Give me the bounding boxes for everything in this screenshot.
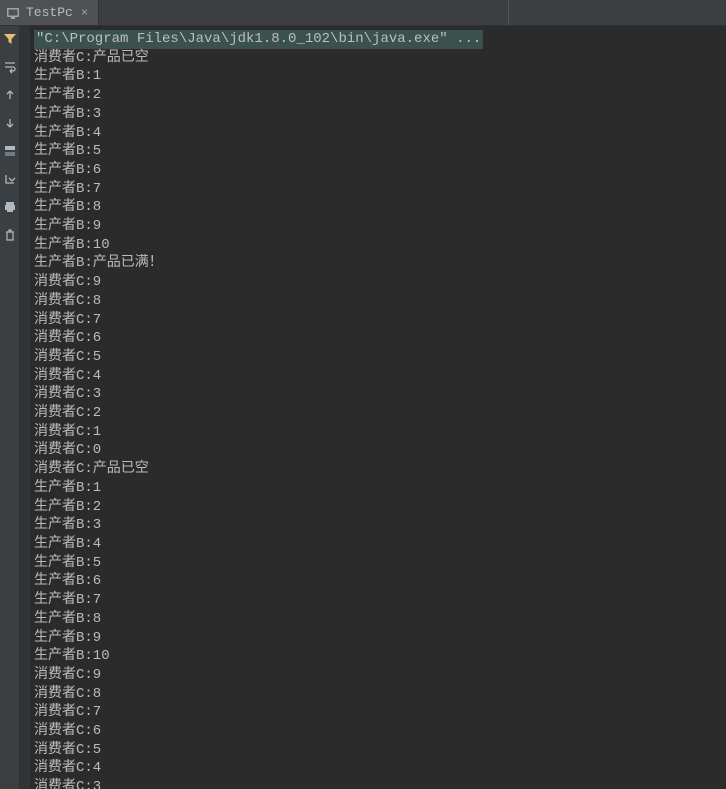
console-line: 生产者B:2 — [34, 86, 722, 105]
console-line: 消费者C:6 — [34, 722, 722, 741]
scroll-down-icon[interactable] — [3, 116, 17, 130]
console-line: 生产者B:8 — [34, 198, 722, 217]
console-line: 生产者B:7 — [34, 591, 722, 610]
tab-bar: TestPc × — [0, 0, 726, 26]
console-line: 消费者C:3 — [34, 385, 722, 404]
console-output[interactable]: "C:\Program Files\Java\jdk1.8.0_102\bin\… — [30, 26, 726, 789]
console-gutter — [0, 26, 20, 789]
console-line: 生产者B:6 — [34, 161, 722, 180]
tab-bar-spacer-right — [509, 0, 726, 25]
scroll-to-end-icon[interactable] — [3, 172, 17, 186]
console-line: 生产者B:5 — [34, 554, 722, 573]
run-config-icon — [6, 6, 20, 20]
soft-wrap-icon[interactable] — [3, 60, 17, 74]
console-line: 消费者C:0 — [34, 441, 722, 460]
console-line: 生产者B:3 — [34, 516, 722, 535]
console-line: 生产者B:8 — [34, 610, 722, 629]
console-line: 消费者C:产品已空 — [34, 460, 722, 479]
console-line: 生产者B:7 — [34, 180, 722, 199]
console-line: 生产者B:9 — [34, 629, 722, 648]
clear-icon[interactable] — [3, 228, 17, 242]
console-line: 消费者C:2 — [34, 404, 722, 423]
console-line: 消费者C:5 — [34, 741, 722, 760]
scroll-up-icon[interactable] — [3, 88, 17, 102]
print-icon[interactable] — [3, 200, 17, 214]
tab-label: TestPc — [26, 5, 73, 20]
console-line: 消费者C:7 — [34, 703, 722, 722]
console-line: 生产者B:10 — [34, 647, 722, 666]
console-line: 消费者C:8 — [34, 292, 722, 311]
tab-bar-spacer — [99, 0, 297, 25]
console-line: 消费者C:5 — [34, 348, 722, 367]
console-line: 消费者C:3 — [34, 778, 722, 789]
console-line: 生产者B:5 — [34, 142, 722, 161]
console-line: 消费者C:1 — [34, 423, 722, 442]
console-line: 生产者B:1 — [34, 479, 722, 498]
console-line: 消费者C:4 — [34, 367, 722, 386]
console-line: 生产者B:10 — [34, 236, 722, 255]
console-line: 生产者B:6 — [34, 572, 722, 591]
toggle-output-icon[interactable] — [3, 144, 17, 158]
close-tab-icon[interactable]: × — [79, 6, 90, 20]
console-line: 消费者C:8 — [34, 685, 722, 704]
console-line: 生产者B:产品已满！ — [34, 254, 722, 273]
console-line: 生产者B:4 — [34, 124, 722, 143]
console-line: 消费者C:4 — [34, 759, 722, 778]
filter-icon[interactable] — [3, 32, 17, 46]
console-line: 消费者C:6 — [34, 329, 722, 348]
console-body: "C:\Program Files\Java\jdk1.8.0_102\bin\… — [0, 26, 726, 789]
console-line: 生产者B:3 — [34, 105, 722, 124]
console-line: 生产者B:1 — [34, 67, 722, 86]
console-line: 生产者B:2 — [34, 498, 722, 517]
console-line: 消费者C:9 — [34, 273, 722, 292]
console-line: 生产者B:4 — [34, 535, 722, 554]
tab-testpc[interactable]: TestPc × — [0, 0, 99, 25]
console-line: 消费者C:产品已空 — [34, 49, 722, 68]
console-line: 消费者C:9 — [34, 666, 722, 685]
console-command-line: "C:\Program Files\Java\jdk1.8.0_102\bin\… — [34, 30, 483, 49]
console-line: 生产者B:9 — [34, 217, 722, 236]
console-line: 消费者C:7 — [34, 311, 722, 330]
console-margin — [20, 26, 30, 789]
